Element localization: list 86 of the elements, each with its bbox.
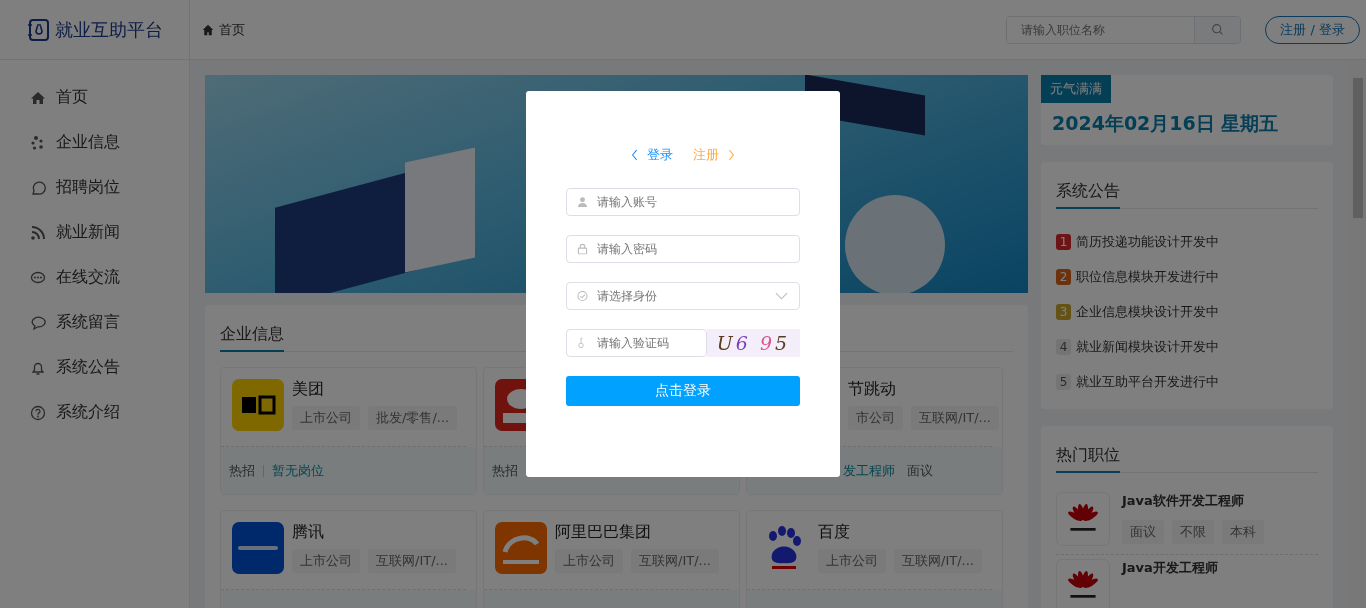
sidebar-item[interactable]: 招聘岗位 [0,165,189,210]
search-field[interactable]: 请输入职位名称 [1006,15,1242,44]
home-icon [202,23,214,36]
dialog-tab[interactable]: 登录 [631,146,673,164]
company-card[interactable]: 美团 上市公司 批发/零售/... 热招 暂无岗位 [220,367,477,495]
number-badge: 4 [1056,338,1071,355]
captcha-field[interactable]: 请输入验证码 [566,329,707,357]
company-logo [1056,492,1110,546]
job-link[interactable]: 暂无岗位 [272,461,324,480]
notice-link[interactable]: 职位信息模块开发进行中 [1076,267,1219,286]
company-tag: 上市公司 [292,549,360,573]
chevron-right-icon [727,149,735,161]
home-icon [30,89,46,106]
search-button[interactable] [1194,16,1241,43]
company-tag: 互联网/IT/... [368,549,456,573]
company-name[interactable]: 百度 [818,522,982,543]
tag-label: 元气满满 [1041,75,1111,103]
notice-link[interactable]: 企业信息模块设计开发中 [1076,302,1219,321]
company-name[interactable]: 节跳动 [848,379,999,400]
sidebar-item[interactable]: 就业新闻 [0,210,189,255]
company-tag: 上市公司 [818,549,886,573]
sidebar-item[interactable]: 首页 [0,75,189,120]
password-field[interactable]: 请输入密码 [566,235,800,263]
sidebar-item[interactable]: 系统介绍 [0,390,189,435]
notice-link[interactable]: 就业新闻模块设计开发中 [1076,337,1219,356]
notice-link[interactable]: 简历投递功能设计开发中 [1076,232,1219,251]
register-login-button[interactable]: 注册 / 登录 [1265,15,1360,44]
number-badge: 1 [1056,233,1071,250]
notice-link[interactable]: 就业互助平台开发进行中 [1076,372,1219,391]
company-tag: 互联网/IT/... [631,549,719,573]
rss-icon [30,224,46,241]
chevron-left-icon [631,149,639,161]
role-select[interactable]: 请选择身份 [566,282,800,310]
number-badge: 3 [1056,303,1071,320]
login-button[interactable]: 点击登录 [566,376,800,406]
company-logo [495,522,547,574]
sidebar-item[interactable]: 在线交流 [0,255,189,300]
search-icon [1211,23,1225,36]
sidebar-item[interactable]: 企业信息 [0,120,189,165]
number-badge: 5 [1056,373,1071,390]
company-tag: 市公司 [848,406,903,430]
job-title[interactable]: Java软件开发工程师 [1122,492,1264,510]
company-name[interactable]: 阿里巴巴集团 [555,522,719,543]
company-tag: 上市公司 [292,406,360,430]
company-name[interactable]: 美团 [292,379,458,400]
key-icon [577,337,585,349]
company-logo [232,379,284,431]
date-text: 2024年02月16日 星期五 [1051,111,1280,136]
breadcrumb[interactable]: 首页 [219,20,245,39]
user-icon [577,196,588,208]
star-burst-icon [30,134,46,151]
company-tag: 批发/零售/... [368,406,458,430]
company-card[interactable]: 腾讯 上市公司 互联网/IT/... [220,510,477,608]
sidebar-item[interactable]: 系统留言 [0,300,189,345]
check-circle-icon [577,290,588,302]
company-logo [1056,559,1110,608]
company-tag: 互联网/IT/... [911,406,999,430]
job-title[interactable]: Java开发工程师 [1122,559,1218,577]
captcha-image[interactable]: U6 95 [707,329,800,357]
section-title: 系统公告 [1056,177,1120,209]
chevron-down-icon [775,292,788,300]
job-link[interactable]: 发工程师 [843,461,895,480]
hot-label: 热招 [492,461,518,480]
job-tag: 本科 [1222,520,1264,544]
section-title: 企业信息 [220,320,284,352]
speech-bubble-icon [30,179,46,196]
company-card[interactable]: 百度 上市公司 互联网/IT/... [746,510,1003,608]
company-name[interactable]: 腾讯 [292,522,456,543]
number-badge: 2 [1056,268,1071,285]
salary: 面议 [907,461,933,480]
help-icon [30,404,46,421]
chat-icon [30,269,46,286]
job-tag: 不限 [1172,520,1214,544]
section-title: 热门职位 [1056,441,1120,473]
lock-icon [577,243,588,255]
company-tag: 互联网/IT/... [894,549,982,573]
comment-icon [30,314,46,331]
sidebar-item[interactable]: 系统公告 [0,345,189,390]
company-logo [232,522,284,574]
hot-label: 热招 [229,461,255,480]
brand-name: 就业互助平台 [54,17,163,42]
logo-icon [26,17,51,42]
job-tag: 面议 [1122,520,1164,544]
company-card[interactable]: 阿里巴巴集团 上市公司 互联网/IT/... [483,510,740,608]
company-tag: 上市公司 [555,549,623,573]
account-field[interactable]: 请输入账号 [566,188,800,216]
